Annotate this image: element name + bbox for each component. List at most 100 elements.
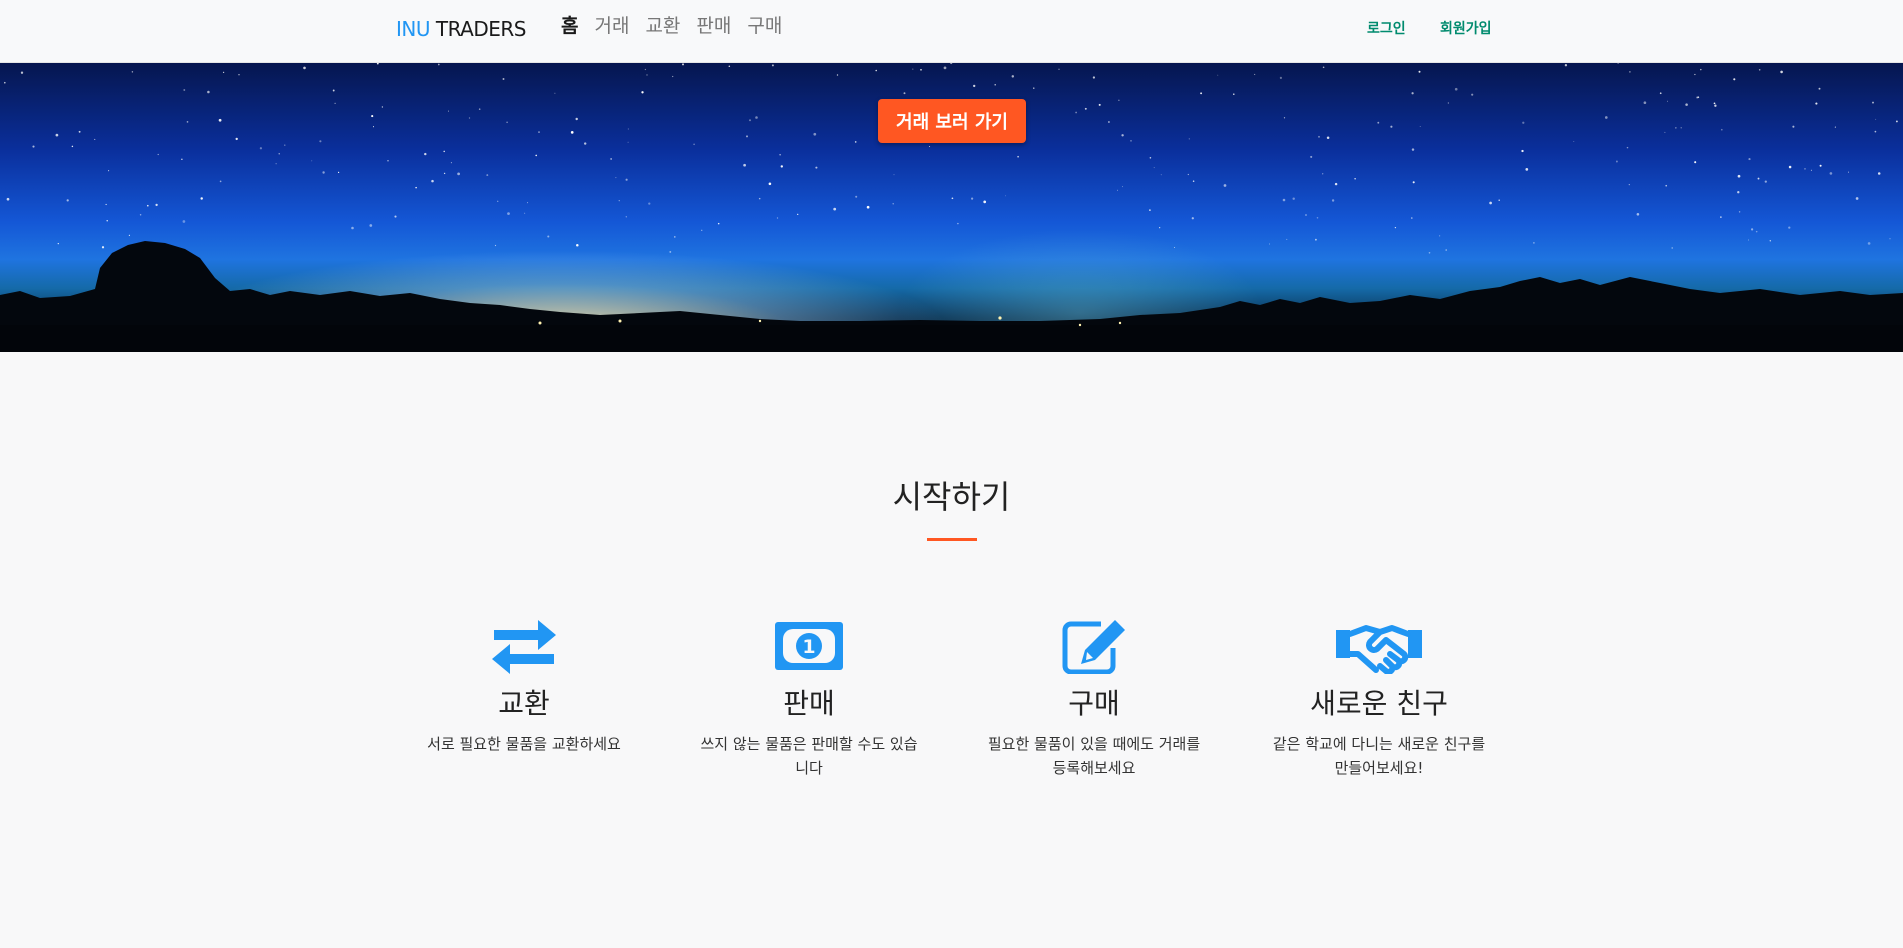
feature-title: 교환	[498, 687, 550, 720]
star	[20, 71, 24, 74]
star	[971, 197, 974, 200]
star	[1720, 216, 1722, 218]
star	[1322, 66, 1325, 69]
star	[94, 138, 96, 140]
star	[1643, 101, 1647, 105]
star	[1680, 127, 1682, 129]
star	[1533, 242, 1535, 244]
star	[527, 202, 529, 204]
login-link[interactable]: 로그인	[1367, 18, 1406, 38]
nav-link-exchange[interactable]: 교환	[645, 13, 680, 39]
go-to-trades-button[interactable]: 거래 보러 가기	[878, 99, 1026, 143]
feature-sell: 1 판매 쓰지 않는 물품은 판매할 수도 있습니다	[694, 618, 924, 780]
star	[1659, 92, 1662, 95]
star	[424, 152, 427, 156]
star	[892, 203, 894, 205]
star	[186, 121, 189, 123]
star	[1521, 149, 1524, 153]
star	[1697, 96, 1700, 99]
feature-title: 판매	[783, 687, 835, 720]
star	[1454, 87, 1458, 91]
money-bill-icon: 1	[775, 622, 843, 670]
star	[1187, 173, 1189, 176]
star	[222, 71, 225, 74]
feature-description: 쓰지 않는 물품은 판매할 수도 있습니다	[700, 735, 918, 777]
star	[259, 147, 263, 150]
star	[1895, 120, 1898, 123]
star	[1755, 230, 1758, 233]
nav-link-trade[interactable]: 거래	[594, 13, 629, 39]
star	[502, 78, 505, 80]
star	[674, 236, 676, 238]
star	[584, 142, 587, 145]
star	[625, 216, 627, 218]
feature-new-friends: 새로운 친구 같은 학교에 다니는 새로운 친구를 만들어보세요!	[1264, 618, 1494, 780]
star	[1737, 191, 1740, 194]
star	[973, 84, 976, 88]
star	[32, 145, 35, 148]
star	[758, 197, 761, 200]
star	[311, 160, 313, 162]
nav-link-buy[interactable]: 구매	[747, 13, 782, 39]
star	[238, 73, 240, 76]
star	[776, 217, 779, 219]
star	[319, 140, 322, 143]
star	[618, 200, 620, 202]
star	[1714, 104, 1717, 107]
star	[950, 63, 953, 65]
star	[1750, 228, 1754, 231]
star	[1867, 242, 1871, 245]
star	[1818, 87, 1821, 90]
star	[1675, 127, 1677, 129]
star	[1874, 130, 1877, 133]
star	[1282, 198, 1286, 202]
star	[394, 215, 397, 218]
star	[701, 229, 703, 231]
star	[641, 91, 644, 94]
star	[1153, 167, 1155, 169]
star	[207, 90, 210, 94]
star	[1411, 92, 1414, 95]
star	[431, 179, 434, 183]
star	[1200, 92, 1203, 95]
star	[1191, 217, 1194, 220]
nav-link-home[interactable]: 홈	[561, 13, 578, 39]
star	[893, 174, 895, 176]
star	[1877, 172, 1881, 175]
star	[1305, 214, 1307, 216]
star	[1084, 107, 1087, 110]
star	[833, 207, 837, 211]
nav-link-sell[interactable]: 판매	[696, 13, 731, 39]
star	[1033, 87, 1035, 89]
star	[854, 141, 857, 143]
star	[322, 171, 325, 174]
star	[1283, 117, 1286, 119]
star	[506, 121, 508, 124]
signup-link[interactable]: 회원가입	[1440, 18, 1492, 38]
svg-text:1: 1	[802, 636, 815, 658]
star	[717, 222, 720, 225]
star	[275, 163, 277, 165]
star	[1758, 69, 1761, 71]
star	[746, 135, 748, 138]
star	[1875, 118, 1877, 120]
star	[1005, 195, 1007, 197]
star	[1160, 174, 1162, 176]
star	[1130, 140, 1132, 142]
star	[303, 66, 306, 70]
star	[779, 154, 781, 156]
star	[1573, 140, 1575, 142]
star	[625, 178, 628, 181]
star	[182, 220, 186, 223]
star	[1757, 177, 1760, 180]
brand-logo[interactable]: INU TRADERS	[396, 17, 526, 41]
star	[1269, 243, 1270, 245]
star	[1107, 121, 1110, 123]
star	[1331, 199, 1335, 202]
feature-description: 서로 필요한 물품을 교환하세요	[427, 735, 621, 753]
star	[1418, 70, 1421, 73]
star	[494, 244, 497, 247]
star	[1310, 155, 1313, 158]
star	[570, 131, 574, 134]
star	[615, 177, 617, 179]
